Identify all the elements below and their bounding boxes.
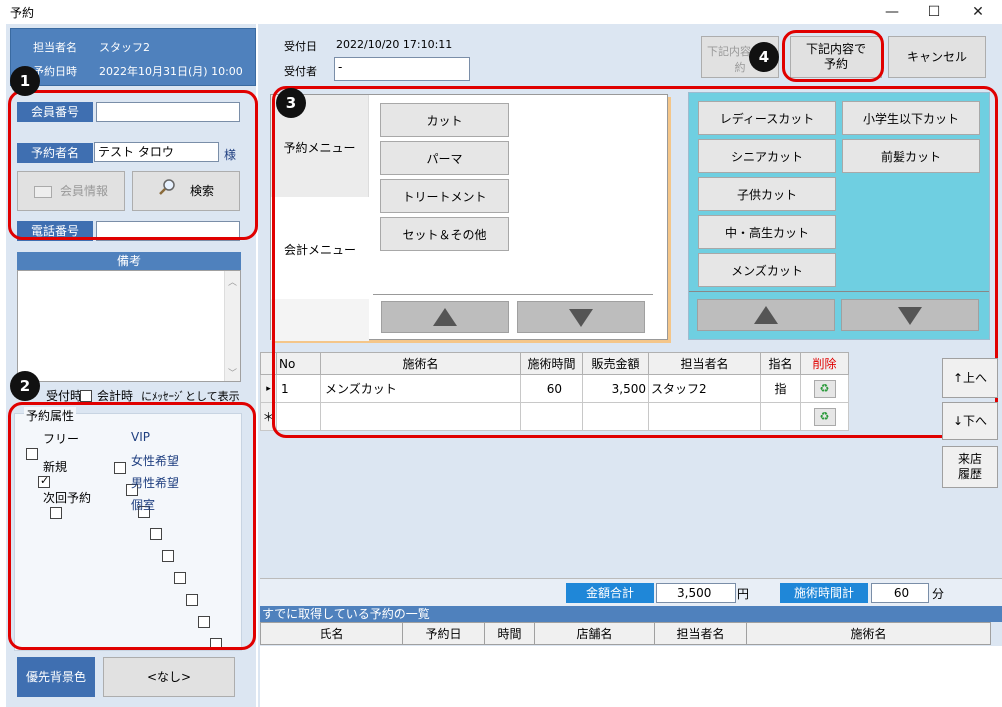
highlight-box-4 — [782, 30, 884, 82]
reception-date-value: 2022/10/20 17:10:11 — [336, 38, 453, 51]
move-up-button[interactable]: ↑上へ — [942, 358, 998, 398]
col-staff-name[interactable]: 担当者名 — [654, 622, 747, 645]
reservation-datetime: 2022年10月31日(月) 10:00 — [99, 65, 243, 78]
badge-4: 4 — [749, 42, 779, 72]
minimize-button[interactable]: — — [872, 0, 912, 24]
receptionist-input[interactable]: - — [334, 57, 470, 81]
col-reserve-date[interactable]: 予約日 — [402, 622, 485, 645]
receptionist-label: 受付者 — [284, 65, 317, 78]
title-bar — [0, 0, 1002, 24]
time-total-label: 施術時間計 — [780, 583, 868, 603]
staff-name: スタッフ2 — [99, 41, 150, 54]
maximize-button[interactable]: ☐ — [914, 0, 954, 24]
highlight-box-2 — [8, 402, 256, 650]
highlight-box-1 — [8, 90, 258, 240]
opt-checkout-checkbox[interactable] — [80, 389, 92, 402]
visit-history-button[interactable]: 来店 履歴 — [942, 446, 998, 488]
existing-list-title: すでに取得している予約の一覧 — [260, 606, 1002, 622]
col-time[interactable]: 時間 — [484, 622, 535, 645]
grid-empty-area — [260, 432, 938, 576]
badge-3: 3 — [276, 88, 306, 118]
priority-color-button[interactable]: <なし> — [103, 657, 235, 697]
time-total-value: 60 — [871, 583, 929, 603]
minutes-unit: 分 — [932, 587, 945, 601]
memo-textarea[interactable]: ︿ ﹀ — [17, 270, 241, 382]
yen-unit: 円 — [737, 587, 750, 601]
existing-list-body — [260, 646, 1002, 707]
col-store[interactable]: 店舗名 — [534, 622, 655, 645]
priority-label: 優先背景色 — [17, 657, 95, 697]
window-title: 予約 — [10, 6, 35, 20]
memo-title: 備考 — [17, 252, 241, 270]
staff-label: 担当者名 — [33, 41, 77, 54]
memo-scrollbar[interactable]: ︿ ﹀ — [224, 271, 240, 381]
existing-reservations-table: 氏名 予約日 時間 店舗名 担当者名 施術名 — [260, 622, 991, 645]
badge-1: 1 — [10, 66, 40, 96]
col-guest-name[interactable]: 氏名 — [260, 622, 403, 645]
badge-2: 2 — [10, 371, 40, 401]
cancel-button[interactable]: キャンセル — [888, 36, 986, 78]
amount-total-value: 3,500 — [656, 583, 736, 603]
col-treatment[interactable]: 施術名 — [746, 622, 991, 645]
reception-date-label: 受付日 — [284, 40, 317, 53]
close-button[interactable]: ✕ — [958, 0, 998, 24]
staff-info-box: 担当者名 スタッフ2 予約日時 2022年10月31日(月) 10:00 — [10, 28, 256, 86]
highlight-box-3 — [272, 86, 998, 438]
move-down-button[interactable]: ↓下へ — [942, 402, 998, 440]
amount-total-label: 金額合計 — [566, 583, 654, 603]
